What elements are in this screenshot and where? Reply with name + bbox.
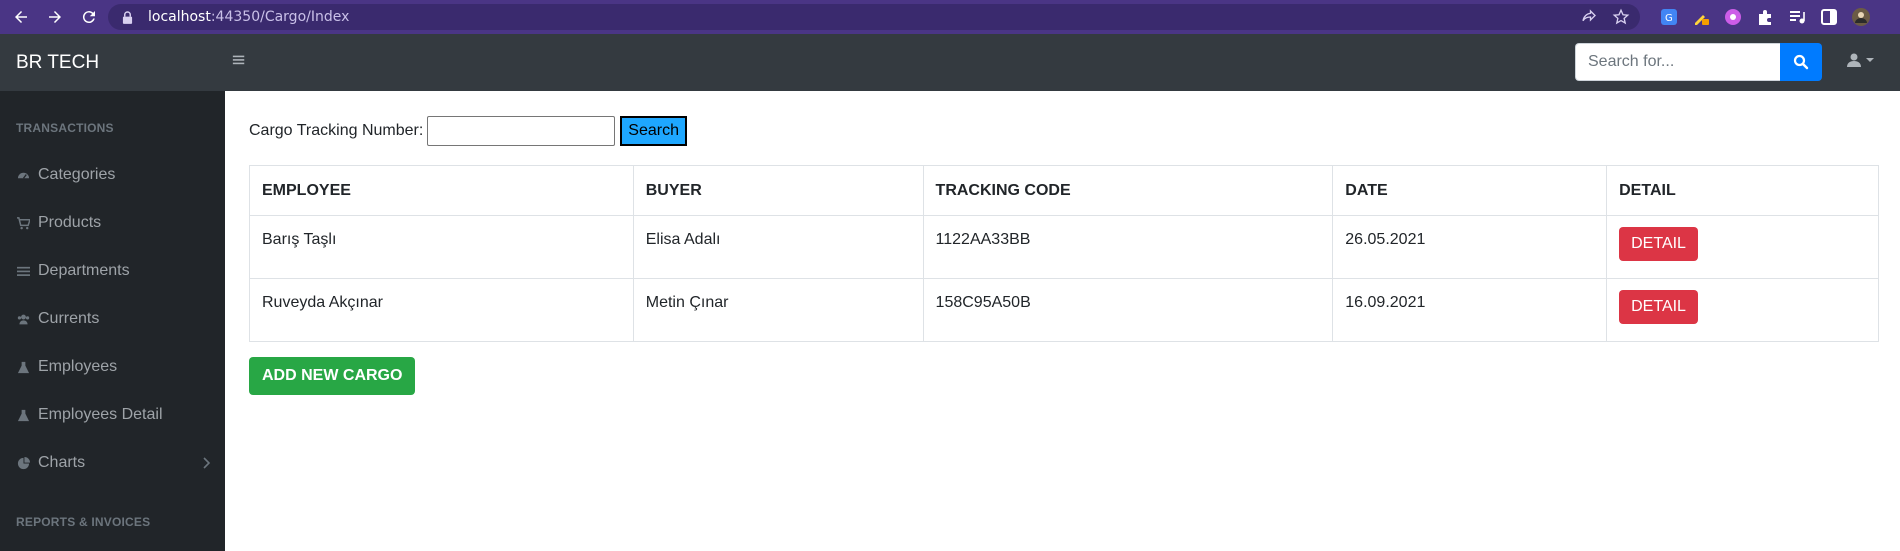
reload-button[interactable] xyxy=(76,4,102,30)
tracking-number-input[interactable] xyxy=(427,116,616,146)
sidebar-item-label: Employees xyxy=(38,358,118,375)
sidebar-item-currents[interactable]: Currents xyxy=(16,308,211,330)
browser-toolbar: localhost:44350/Cargo/Index G xyxy=(0,0,1900,34)
sidebar-item-employees-detail[interactable]: Employees Detail xyxy=(16,404,211,426)
column-header-employee: EMPLOYEE xyxy=(249,165,634,216)
cell-detail: DETAIL xyxy=(1606,215,1879,279)
flask-icon xyxy=(16,360,30,374)
sidebar-item-categories[interactable]: Categories xyxy=(16,164,211,186)
sidebar-item-label: Employees Detail xyxy=(38,406,163,423)
profile-avatar-icon[interactable] xyxy=(1850,6,1872,28)
search-icon xyxy=(1793,54,1809,70)
cart-icon xyxy=(16,216,30,230)
chevron-right-icon xyxy=(203,457,211,469)
url-text: localhost:44350/Cargo/Index xyxy=(148,9,349,25)
media-icon[interactable] xyxy=(1786,6,1808,28)
list-icon xyxy=(16,264,30,278)
cell-detail: DETAIL xyxy=(1606,278,1879,342)
arrow-right-icon xyxy=(49,11,61,23)
sidebar: TRANSACTIONS Categories Products Departm… xyxy=(0,91,225,551)
forward-button[interactable] xyxy=(42,4,68,30)
bars-icon xyxy=(232,55,245,65)
star-icon[interactable] xyxy=(1612,8,1630,26)
sidebar-item-label: Currents xyxy=(38,310,100,327)
search-button[interactable]: Search xyxy=(620,116,687,146)
eyedropper-extension-icon[interactable] xyxy=(1690,6,1712,28)
sidebar-item-products[interactable]: Products xyxy=(16,212,211,234)
arrow-left-icon xyxy=(15,11,27,23)
top-navbar: BR TECH xyxy=(0,34,1900,91)
cell-tracking-code: 1122AA33BB xyxy=(922,215,1334,279)
reload-icon xyxy=(82,11,95,24)
cargo-search-form: Cargo Tracking Number: Search xyxy=(249,116,687,146)
address-bar[interactable]: localhost:44350/Cargo/Index xyxy=(108,4,1640,30)
share-icon[interactable] xyxy=(1580,8,1598,26)
puzzle-icon[interactable] xyxy=(1754,6,1776,28)
top-search-button[interactable] xyxy=(1780,43,1822,81)
menu-toggle-button[interactable] xyxy=(232,53,248,69)
tracking-number-label: Cargo Tracking Number: xyxy=(249,122,424,139)
tachometer-icon xyxy=(16,168,30,182)
top-search-input[interactable] xyxy=(1575,43,1780,81)
url-host: localhost xyxy=(148,9,211,25)
url-path: :44350/Cargo/Index xyxy=(210,9,350,25)
back-button[interactable] xyxy=(8,4,34,30)
main-content: Cargo Tracking Number: Search EMPLOYEE B… xyxy=(225,91,1900,551)
cargo-table: EMPLOYEE BUYER TRACKING CODE DATE DETAIL… xyxy=(249,165,1879,342)
brand-logo[interactable]: BR TECH xyxy=(16,52,99,74)
users-icon xyxy=(16,312,30,326)
sidebar-item-label: Charts xyxy=(38,454,86,471)
cell-tracking-code: 158C95A50B xyxy=(922,278,1334,342)
detail-button[interactable]: DETAIL xyxy=(1619,227,1698,261)
flask-icon xyxy=(16,408,30,422)
cell-employee: Ruveyda Akçınar xyxy=(249,278,634,342)
sidebar-item-employees[interactable]: Employees xyxy=(16,356,211,378)
table-header-row: EMPLOYEE BUYER TRACKING CODE DATE DETAIL xyxy=(249,165,1879,216)
sidebar-item-label: Products xyxy=(38,214,102,231)
detail-button[interactable]: DETAIL xyxy=(1619,290,1698,324)
column-header-buyer: BUYER xyxy=(632,165,924,216)
cell-buyer: Elisa Adalı xyxy=(632,215,924,279)
user-icon xyxy=(1847,53,1861,67)
sidebar-item-charts[interactable]: Charts xyxy=(16,452,211,474)
caret-down-icon xyxy=(1866,58,1874,62)
cell-date: 26.05.2021 xyxy=(1332,215,1608,279)
user-dropdown[interactable] xyxy=(1846,52,1874,68)
sidebar-item-departments[interactable]: Departments xyxy=(16,260,211,282)
cell-employee: Barış Taşlı xyxy=(249,215,634,279)
column-header-date: DATE xyxy=(1332,165,1608,216)
column-header-detail: DETAIL xyxy=(1606,165,1879,216)
cell-date: 16.09.2021 xyxy=(1332,278,1608,342)
translate-extension-icon[interactable]: G xyxy=(1658,6,1680,28)
top-search xyxy=(1575,43,1822,81)
add-new-cargo-button[interactable]: ADD NEW CARGO xyxy=(249,357,416,395)
pie-chart-icon xyxy=(16,456,30,470)
table-row: Ruveyda Akçınar Metin Çınar 158C95A50B 1… xyxy=(249,278,1879,342)
lock-icon xyxy=(122,10,134,24)
sidebar-item-label: Departments xyxy=(38,262,130,279)
sidebar-item-label: Categories xyxy=(38,166,116,183)
column-header-tracking-code: TRACKING CODE xyxy=(922,165,1334,216)
sidebar-heading-reports: REPORTS & INVOICES xyxy=(16,515,151,529)
sidebar-heading-transactions: TRANSACTIONS xyxy=(16,121,114,135)
svg-text:G: G xyxy=(1665,13,1673,24)
sidepanel-icon[interactable] xyxy=(1818,6,1840,28)
cell-buyer: Metin Çınar xyxy=(632,278,924,342)
circle-extension-icon[interactable] xyxy=(1722,6,1744,28)
table-row: Barış Taşlı Elisa Adalı 1122AA33BB 26.05… xyxy=(249,215,1879,279)
